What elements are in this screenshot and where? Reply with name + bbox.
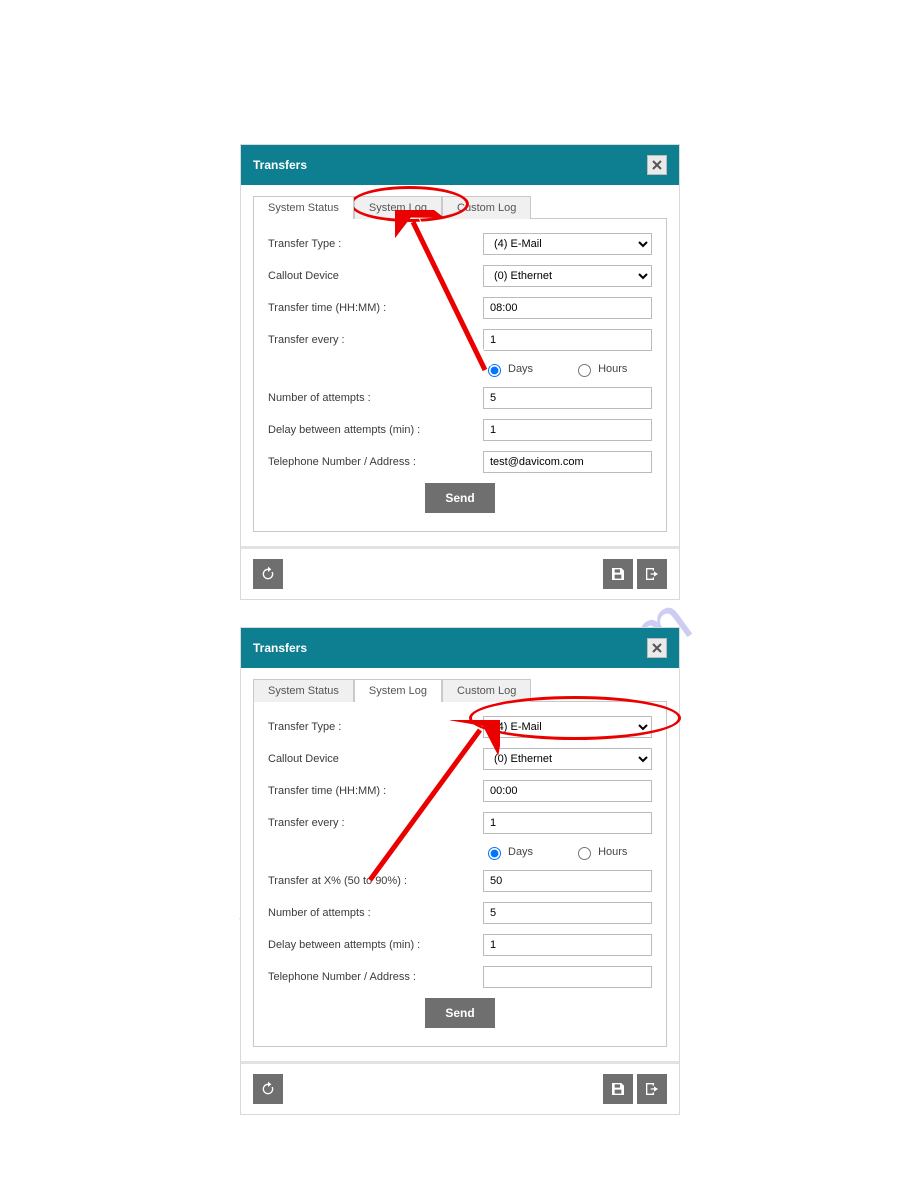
phone-label: Telephone Number / Address : [268, 456, 483, 468]
phone-label: Telephone Number / Address : [268, 971, 483, 983]
export-button[interactable] [637, 1074, 667, 1104]
callout-device-select[interactable]: (0) Ethernet [483, 265, 652, 287]
transfer-pct-input[interactable] [483, 870, 652, 892]
form-box: Transfer Type : (4) E-Mail Callout Devic… [253, 218, 667, 532]
callout-device-label: Callout Device [268, 753, 483, 765]
panel-title-bar: Transfers [241, 145, 679, 185]
transfer-time-label: Transfer time (HH:MM) : [268, 302, 483, 314]
attempts-input[interactable] [483, 902, 652, 924]
tabs: System Status System Log Custom Log [253, 678, 667, 701]
tab-system-status[interactable]: System Status [253, 196, 354, 219]
save-icon [610, 566, 626, 582]
transfer-type-select[interactable]: (4) E-Mail [483, 233, 652, 255]
save-button[interactable] [603, 559, 633, 589]
send-button[interactable]: Send [425, 483, 494, 513]
reload-button[interactable] [253, 1074, 283, 1104]
transfer-every-input[interactable] [483, 812, 652, 834]
export-button[interactable] [637, 559, 667, 589]
footer-bar [241, 1061, 679, 1114]
tab-system-status[interactable]: System Status [253, 679, 354, 702]
send-button[interactable]: Send [425, 998, 494, 1028]
close-icon [652, 643, 662, 653]
tabs: System Status System Log Custom Log [253, 195, 667, 218]
delay-input[interactable] [483, 934, 652, 956]
reload-icon [260, 1081, 276, 1097]
transfers-panel-2: Transfers System Status System Log Custo… [240, 627, 680, 1115]
transfer-time-input[interactable] [483, 780, 652, 802]
phone-input[interactable] [483, 966, 652, 988]
transfer-every-input[interactable] [483, 329, 652, 351]
callout-device-label: Callout Device [268, 270, 483, 282]
transfer-type-select[interactable]: (4) E-Mail [483, 716, 652, 738]
delay-input[interactable] [483, 419, 652, 441]
export-icon [644, 1081, 660, 1097]
days-radio[interactable]: Days [483, 844, 533, 860]
tab-custom-log[interactable]: Custom Log [442, 679, 531, 702]
reload-button[interactable] [253, 559, 283, 589]
days-radio[interactable]: Days [483, 361, 533, 377]
transfer-time-label: Transfer time (HH:MM) : [268, 785, 483, 797]
reload-icon [260, 566, 276, 582]
delay-label: Delay between attempts (min) : [268, 939, 483, 951]
save-button[interactable] [603, 1074, 633, 1104]
hours-radio[interactable]: Hours [573, 844, 627, 860]
close-button[interactable] [647, 155, 667, 175]
transfers-panel-1: Transfers System Status System Log Custo… [240, 144, 680, 600]
transfer-pct-label: Transfer at X% (50 to 90%) : [268, 875, 483, 887]
export-icon [644, 566, 660, 582]
form-box: Transfer Type : (4) E-Mail Callout Devic… [253, 701, 667, 1047]
attempts-label: Number of attempts : [268, 392, 483, 404]
tab-custom-log[interactable]: Custom Log [442, 196, 531, 219]
footer-bar [241, 546, 679, 599]
transfer-type-label: Transfer Type : [268, 721, 483, 733]
callout-device-select[interactable]: (0) Ethernet [483, 748, 652, 770]
close-icon [652, 160, 662, 170]
panel-title: Transfers [253, 158, 307, 172]
panel-title-bar: Transfers [241, 628, 679, 668]
save-icon [610, 1081, 626, 1097]
hours-radio[interactable]: Hours [573, 361, 627, 377]
attempts-label: Number of attempts : [268, 907, 483, 919]
tab-system-log[interactable]: System Log [354, 679, 442, 702]
close-button[interactable] [647, 638, 667, 658]
attempts-input[interactable] [483, 387, 652, 409]
phone-input[interactable] [483, 451, 652, 473]
transfer-type-label: Transfer Type : [268, 238, 483, 250]
transfer-time-input[interactable] [483, 297, 652, 319]
tab-system-log[interactable]: System Log [354, 196, 442, 219]
panel-title: Transfers [253, 641, 307, 655]
delay-label: Delay between attempts (min) : [268, 424, 483, 436]
transfer-every-label: Transfer every : [268, 817, 483, 829]
transfer-every-label: Transfer every : [268, 334, 483, 346]
